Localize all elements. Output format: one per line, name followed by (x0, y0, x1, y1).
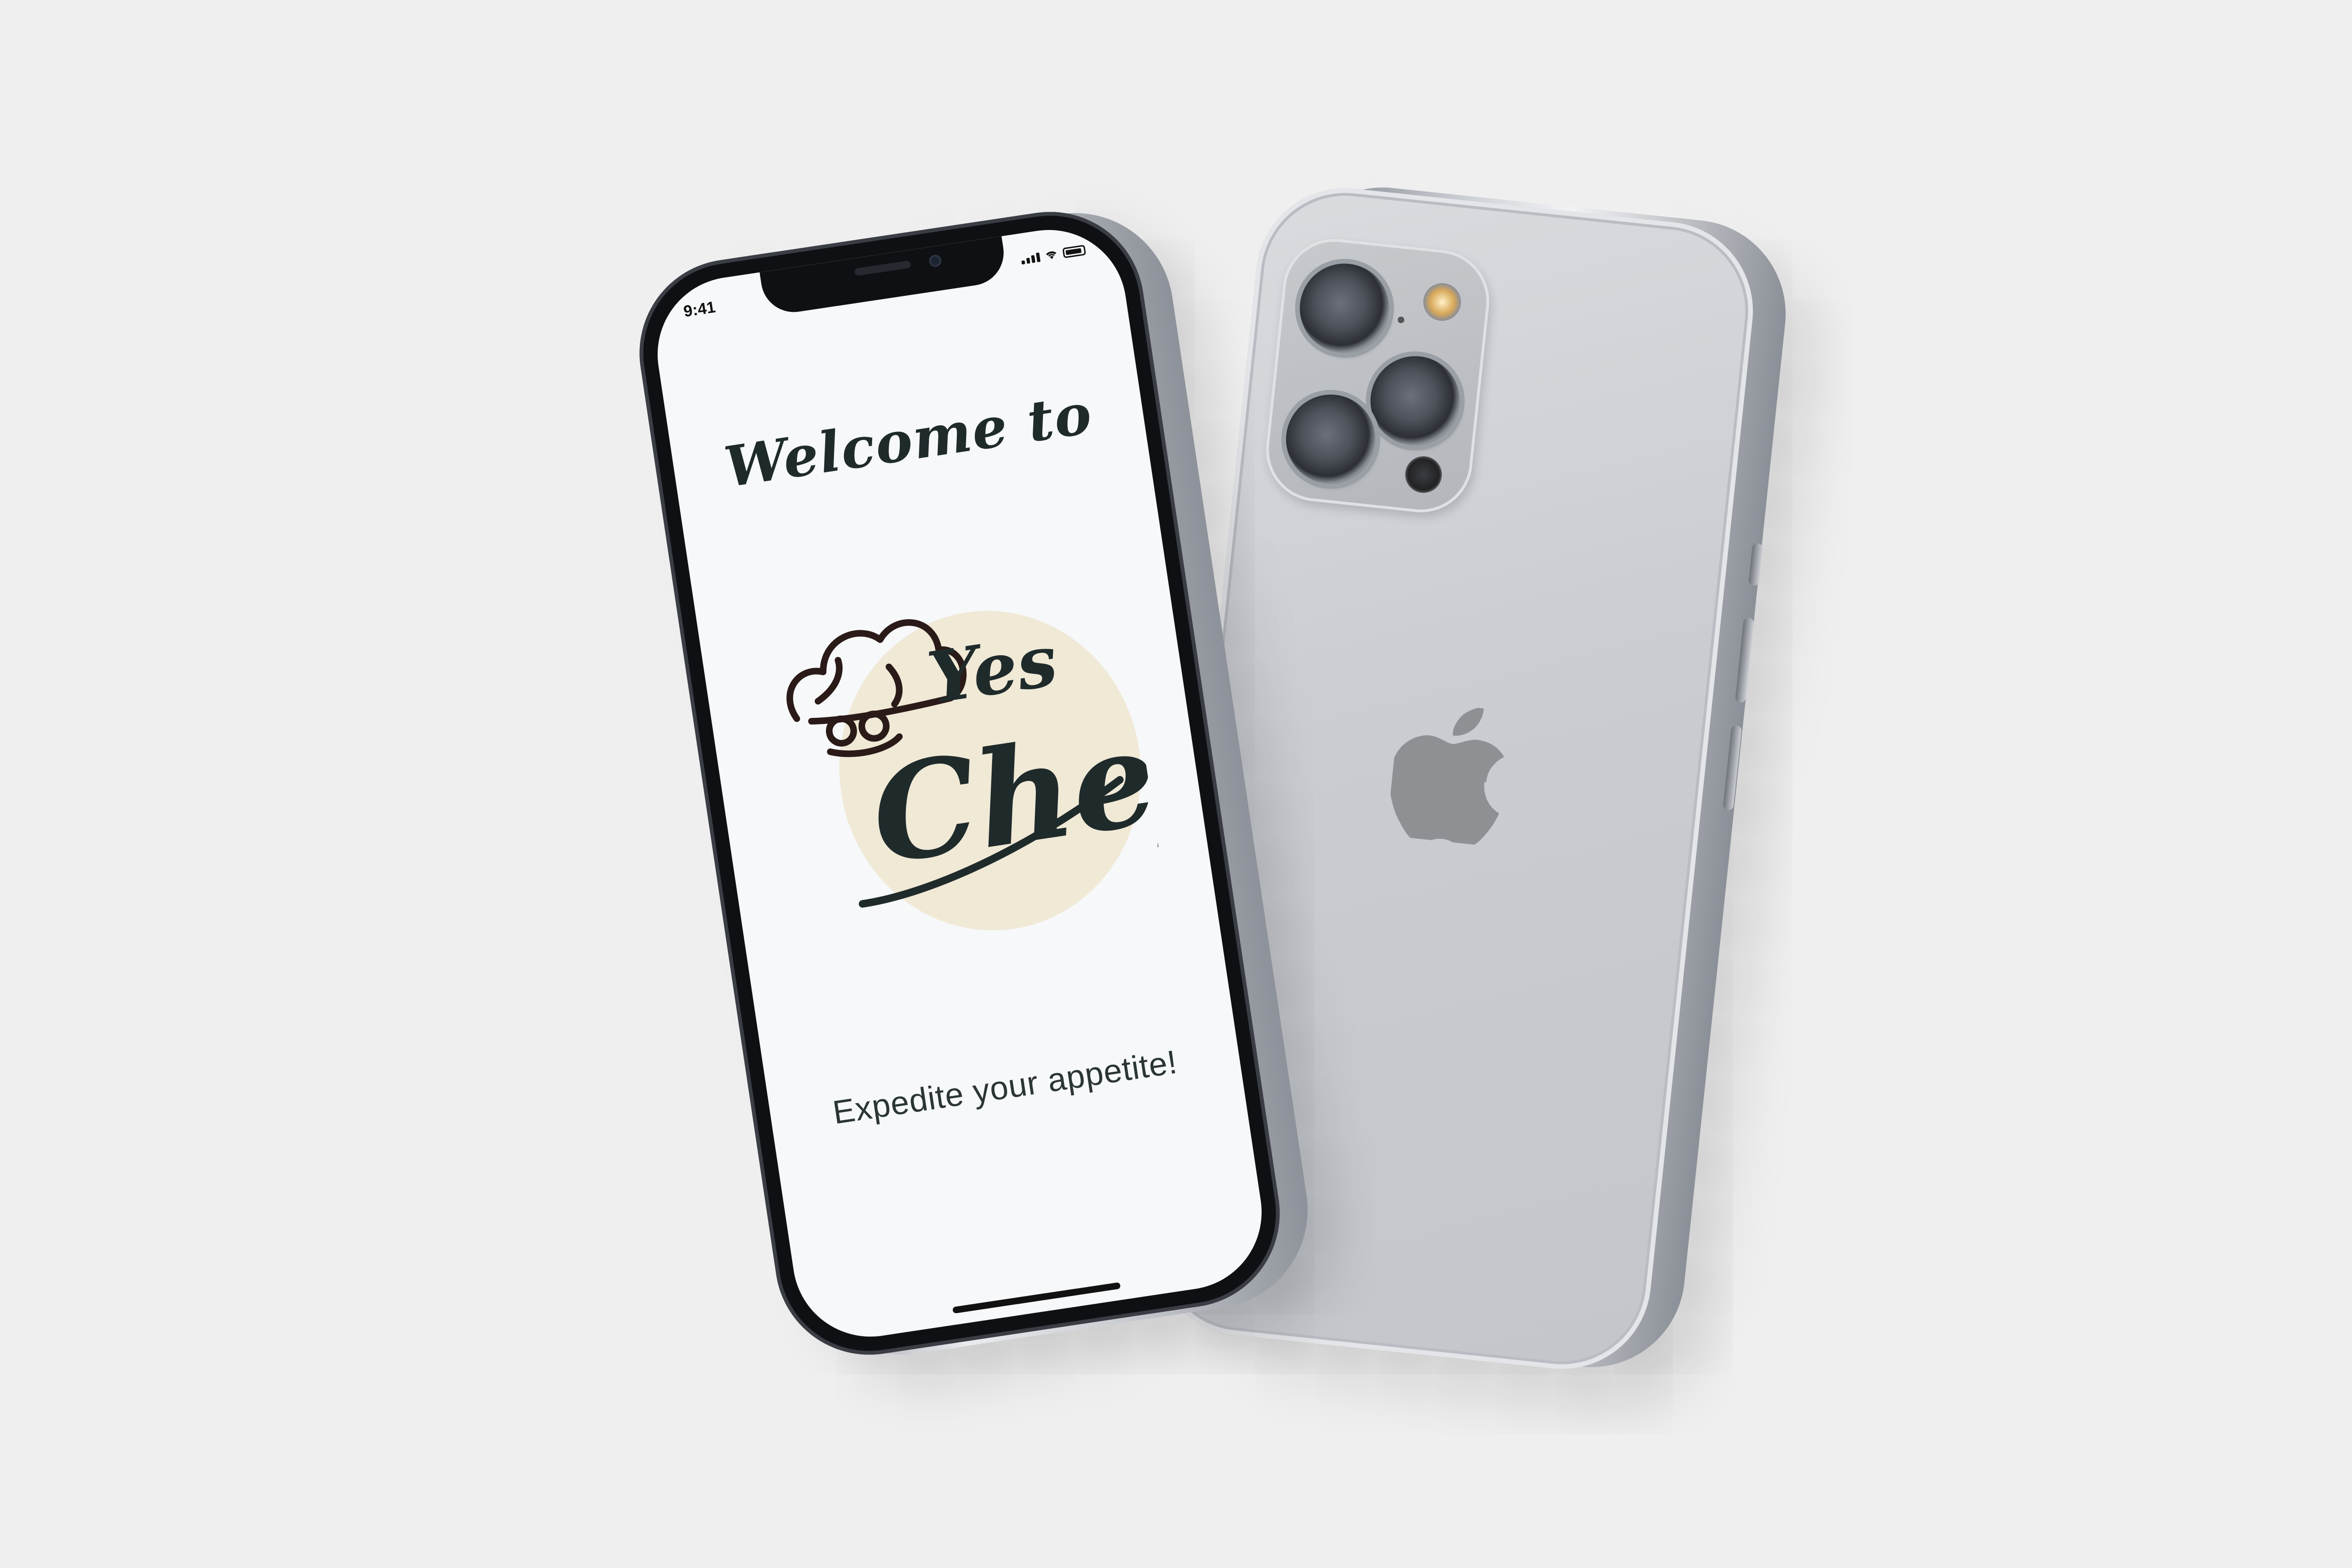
wifi-icon (1046, 251, 1057, 259)
camera-module (1261, 233, 1494, 517)
speaker-icon (854, 260, 911, 276)
signal-icon (1021, 252, 1041, 265)
notch (759, 236, 1009, 317)
flash-icon (1421, 281, 1463, 323)
status-time: 9:41 (682, 298, 717, 321)
lidar-icon (1403, 454, 1444, 495)
logo-text-yes: Yes (922, 619, 1062, 720)
home-indicator[interactable] (952, 1282, 1121, 1314)
lens-icon (1366, 351, 1464, 450)
mic-icon (1397, 316, 1405, 324)
apple-logo-icon (1390, 707, 1504, 847)
logo-artwork: Yes Chef (786, 619, 1169, 908)
welcome-title: Welcome to (720, 380, 1097, 500)
status-icons (1020, 245, 1086, 265)
front-camera-icon (928, 254, 943, 268)
front-phone: 9:41 Welcome to Yes Chef Expedite your a… (627, 199, 1321, 1368)
front-phone-frame: 9:41 Welcome to Yes Chef Expedite your a… (627, 199, 1293, 1368)
battery-icon (1062, 245, 1086, 259)
mockup-scene: 9:41 Welcome to Yes Chef Expedite your a… (0, 0, 2352, 1568)
logo-text-chef: Chef (862, 688, 1169, 894)
tagline: Expedite your appetite! (830, 1043, 1180, 1131)
lens-icon (1295, 259, 1394, 358)
yes-chef-logo: Yes Chef (762, 562, 1168, 968)
lens-icon (1281, 390, 1380, 489)
